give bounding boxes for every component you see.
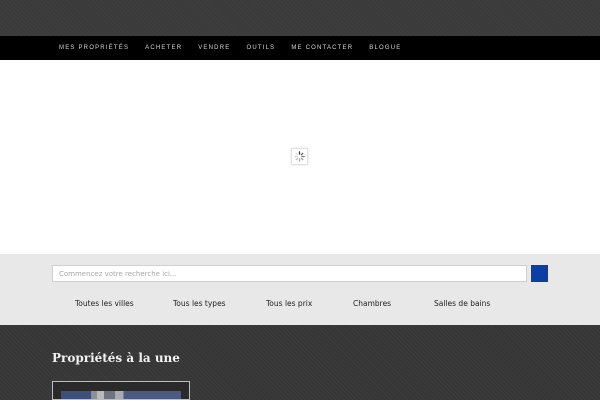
filter-bedrooms[interactable]: Chambres xyxy=(353,299,391,308)
nav-item-vendre[interactable]: Vendre xyxy=(198,45,230,51)
property-image[interactable] xyxy=(61,391,181,399)
nav-item-me-contacter[interactable]: Me contacter xyxy=(291,45,353,51)
nav-item-blogue[interactable]: Blogue xyxy=(369,45,401,51)
loading-spinner-icon xyxy=(291,148,308,165)
filter-cities[interactable]: Toutes les villes xyxy=(75,299,134,308)
filter-bathrooms[interactable]: Salles de bains xyxy=(434,299,490,308)
nav-item-outils[interactable]: Outils xyxy=(246,45,275,51)
filter-prices[interactable]: Tous les prix xyxy=(266,299,312,308)
search-button[interactable] xyxy=(531,265,548,282)
nav-item-mes-proprietes[interactable]: Mes propriétés xyxy=(59,45,129,51)
featured-title: Propriétés à la une xyxy=(52,351,180,365)
top-header-bar xyxy=(0,0,600,36)
property-card[interactable] xyxy=(52,381,190,400)
nav-item-acheter[interactable]: Acheter xyxy=(145,45,182,51)
search-input[interactable] xyxy=(52,265,527,282)
main-navigation: Mes propriétés Acheter Vendre Outils Me … xyxy=(0,36,600,60)
filter-types[interactable]: Tous les types xyxy=(173,299,226,308)
